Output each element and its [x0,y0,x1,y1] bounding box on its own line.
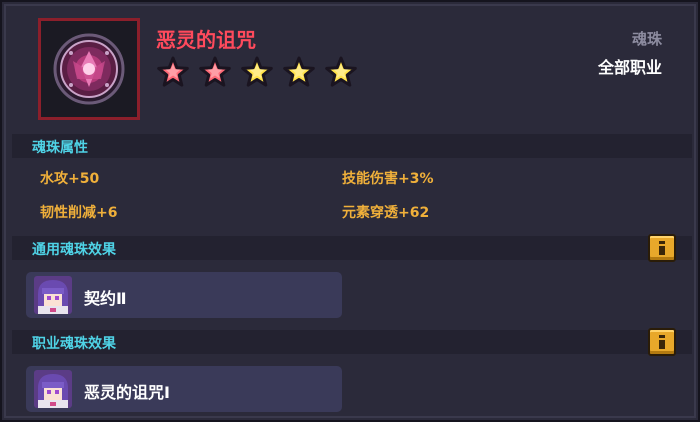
item-class-label: 全部职业 [597,58,662,77]
soul-orb-icon [53,33,125,105]
item-type-label: 魂珠 [631,30,662,48]
attributes-section-title: 魂珠属性 [32,140,88,156]
star-icon [325,56,357,87]
soul-orb-tooltip-card: 恶灵的诅咒 魂珠 全部职业 魂珠属性 水攻+50 技能伤害+3% 韧性削减+6 … [0,0,700,422]
general-effects-info-button[interactable] [648,234,676,262]
item-name: 恶灵的诅咒 [156,28,256,52]
class-effects-section-title: 职业魂珠效果 [32,336,116,352]
attributes-section-bar [12,134,692,158]
class-effects-info-button[interactable] [648,328,676,356]
general-effect-label: 契约Ⅱ [84,289,127,308]
attribute-element-penetration: 元素穿透+62 [342,205,430,221]
star-rating [156,56,358,88]
star-icon [283,56,315,87]
attribute-water-attack: 水攻+50 [40,171,100,187]
attribute-skill-damage: 技能伤害+3% [342,171,434,187]
class-effect-item[interactable]: 恶灵的诅咒Ⅰ [26,366,342,412]
character-avatar-icon [34,370,72,408]
item-icon-frame [38,18,140,120]
info-icon [659,335,665,349]
info-icon [659,241,665,255]
star-icon [157,56,189,87]
general-effect-item[interactable]: 契约Ⅱ [26,272,342,318]
character-avatar-icon [34,276,72,314]
general-effects-section-title: 通用魂珠效果 [32,242,116,258]
attribute-toughness-reduction: 韧性削减+6 [40,205,118,221]
star-icon [241,56,273,87]
class-effect-label: 恶灵的诅咒Ⅰ [84,383,170,402]
star-icon [199,56,231,87]
